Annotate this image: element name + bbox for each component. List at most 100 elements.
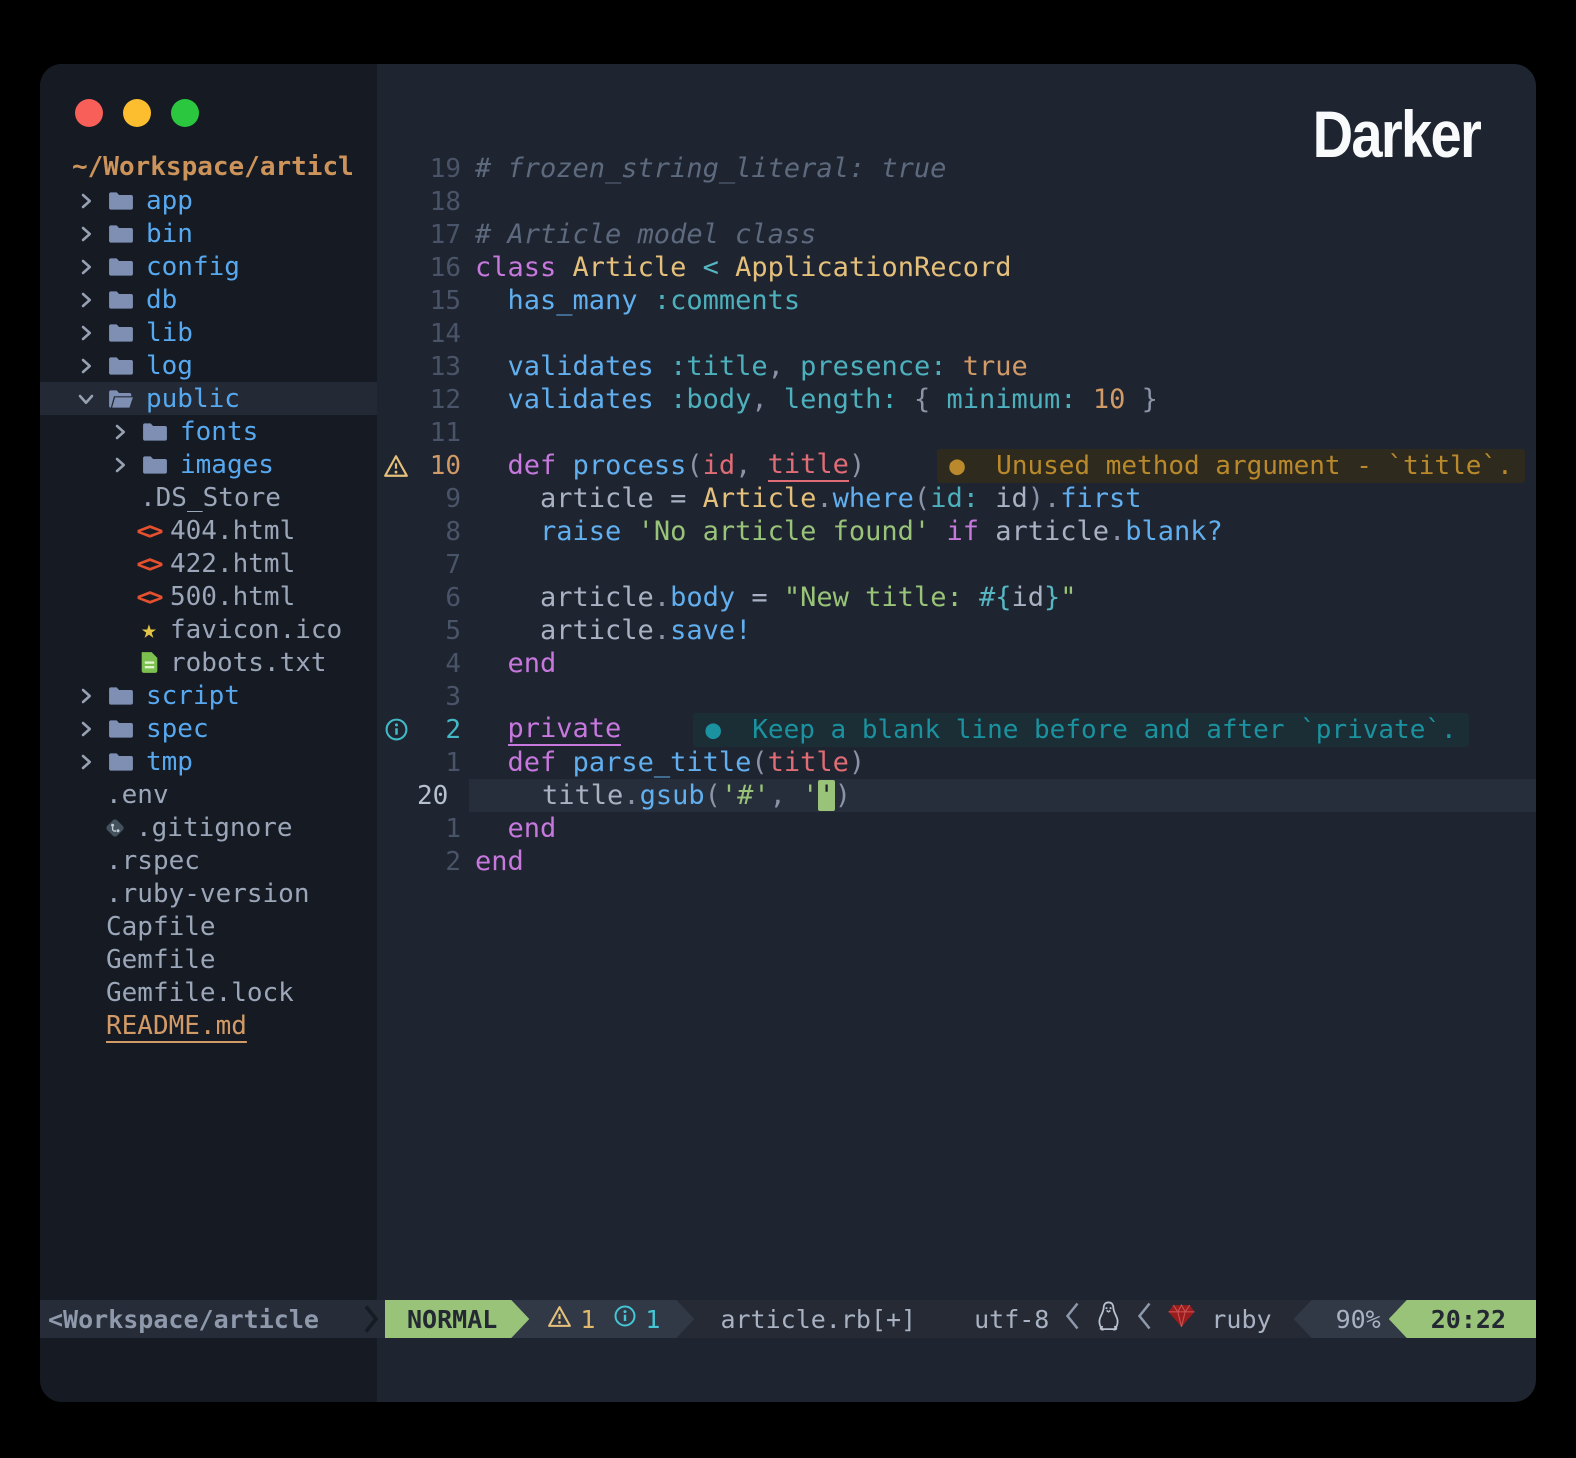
code-line[interactable]: 12 validates :body, length: { minimum: 1… (377, 383, 1536, 416)
chevron-collapsed-icon[interactable] (76, 324, 96, 342)
tree-item-label: db (146, 284, 178, 315)
tree-item-.DS_Store[interactable]: .DS_Store (40, 481, 377, 514)
code-line[interactable]: 2 private ● Keep a blank line before and … (377, 712, 1536, 747)
tree-item-422.html[interactable]: <> 422.html (40, 547, 377, 580)
code-line[interactable]: 1 end (377, 812, 1536, 845)
folder-icon (108, 223, 136, 245)
code-line[interactable]: 14 (377, 317, 1536, 350)
tree-item-label: Capfile (106, 911, 216, 942)
star-file-icon: ★ (141, 614, 157, 645)
tree-item-.rspec[interactable]: .rspec (40, 844, 377, 877)
folder-open-icon (108, 388, 136, 410)
code-line[interactable]: 18 (377, 185, 1536, 218)
code-line[interactable]: 2 end (377, 845, 1536, 878)
code-text: private ● Keep a blank line before and af… (475, 712, 1536, 747)
tree-item-label: app (146, 185, 193, 216)
window-title: Darker (1312, 97, 1481, 171)
chevron-collapsed-icon[interactable] (76, 357, 96, 375)
line-number: 15 (429, 285, 461, 316)
code-line[interactable]: 16 class Article < ApplicationRecord (377, 251, 1536, 284)
code-line[interactable]: 11 (377, 416, 1536, 449)
tree-item-favicon.ico[interactable]: ★ favicon.ico (40, 613, 377, 646)
chevron-collapsed-icon[interactable] (110, 456, 130, 474)
code-line[interactable]: 15 has_many :comments (377, 284, 1536, 317)
tree-item-.gitignore[interactable]: .gitignore (40, 811, 377, 844)
code-line[interactable]: 6 article. body = "New title: #{id} " (377, 581, 1536, 614)
close-button[interactable] (75, 99, 103, 127)
chevron-collapsed-icon[interactable] (110, 423, 130, 441)
line-number: 3 (445, 681, 461, 712)
tree-item-spec[interactable]: spec (40, 712, 377, 745)
code-line[interactable]: 4 end (377, 647, 1536, 680)
tree-item-script[interactable]: script (40, 679, 377, 712)
folder-icon (142, 454, 170, 476)
code-line[interactable]: 17 # Article model class (377, 218, 1536, 251)
code-line[interactable]: 1 def parse_title(title) (377, 746, 1536, 779)
editor-window: ~/Workspace/articl app bin config db lib log p… (40, 64, 1536, 1402)
chevron-collapsed-icon[interactable] (76, 753, 96, 771)
code-line[interactable]: 3 (377, 680, 1536, 713)
chevron-left-icon (1137, 1301, 1152, 1337)
tree-item-public[interactable]: public (40, 382, 377, 415)
tree-item-log[interactable]: log (40, 349, 377, 382)
tree-item-404.html[interactable]: <> 404.html (40, 514, 377, 547)
tree-item-label: 500.html (170, 581, 296, 612)
tree-item-Gemfile[interactable]: Gemfile (40, 943, 377, 976)
tree-item-Gemfile.lock[interactable]: Gemfile.lock (40, 976, 377, 1009)
code-line[interactable]: 7 (377, 548, 1536, 581)
folder-icon (108, 322, 136, 344)
tree-item-.ruby-version[interactable]: .ruby-version (40, 877, 377, 910)
chevron-collapsed-icon[interactable] (76, 192, 96, 210)
maximize-button[interactable] (171, 99, 199, 127)
line-number: 18 (429, 186, 461, 217)
diagnostic-virtual-text: ● Unused method argument - `title`. (937, 448, 1525, 483)
chevron-collapsed-icon[interactable] (76, 258, 96, 276)
code-text: has_many :comments (507, 285, 801, 316)
code-line[interactable]: 9 article = Article. where(id: id). first (377, 482, 1536, 515)
tree-item-label: fonts (180, 416, 259, 447)
line-number: 9 (445, 483, 461, 514)
code-line[interactable]: 13 validates :title, presence: true (377, 350, 1536, 383)
diagnostic-virtual-text: ● Keep a blank line before and after `pr… (693, 712, 1469, 747)
folder-icon (142, 421, 170, 443)
tree-item-label: spec (146, 713, 209, 744)
code-text: validates :body, length: { minimum: 10 } (507, 384, 1158, 415)
code-line[interactable]: 8 raise 'No article found' if article. bl… (377, 515, 1536, 548)
code-line[interactable]: 10 def process(id, title) ● Unused method… (377, 448, 1536, 483)
tree-item-tmp[interactable]: tmp (40, 745, 377, 778)
tree-item-500.html[interactable]: <> 500.html (40, 580, 377, 613)
tree-item-lib[interactable]: lib (40, 316, 377, 349)
chevron-collapsed-icon[interactable] (76, 291, 96, 309)
tree-item-Capfile[interactable]: Capfile (40, 910, 377, 943)
tree-item-db[interactable]: db (40, 283, 377, 316)
chevron-collapsed-icon[interactable] (76, 225, 96, 243)
tree-item-robots.txt[interactable]: robots.txt (40, 646, 377, 679)
tree-item-README.md[interactable]: README.md (40, 1009, 377, 1042)
minimize-button[interactable] (123, 99, 151, 127)
code-text: def process(id, title) ● Unused method ar… (475, 448, 1536, 483)
tree-item-label: public (146, 383, 240, 414)
tree-item-config[interactable]: config (40, 250, 377, 283)
tree-item-fonts[interactable]: fonts (40, 415, 377, 448)
tree-item-.env[interactable]: .env (40, 778, 377, 811)
tree-item-bin[interactable]: bin (40, 217, 377, 250)
diagnostics-summary: 1 1 (511, 1300, 694, 1338)
chevron-collapsed-icon[interactable] (76, 720, 96, 738)
tree-item-label: README.md (106, 1010, 247, 1041)
chevron-expanded-icon[interactable] (76, 390, 96, 408)
tree-item-app[interactable]: app (40, 184, 377, 217)
folder-icon (108, 718, 136, 740)
code-line[interactable]: 5 article. save! (377, 614, 1536, 647)
tree-item-images[interactable]: images (40, 448, 377, 481)
code-line[interactable]: 20 title. gsub('#', ' ') (377, 779, 1536, 812)
folder-icon (108, 190, 136, 212)
chevron-collapsed-icon[interactable] (76, 687, 96, 705)
tree-item-label: script (146, 680, 240, 711)
tree-root-path[interactable]: ~/Workspace/articl (72, 152, 354, 182)
tree-item-label: 404.html (170, 515, 296, 546)
code-text: article. save! (475, 615, 752, 646)
line-number: 17 (429, 219, 461, 250)
